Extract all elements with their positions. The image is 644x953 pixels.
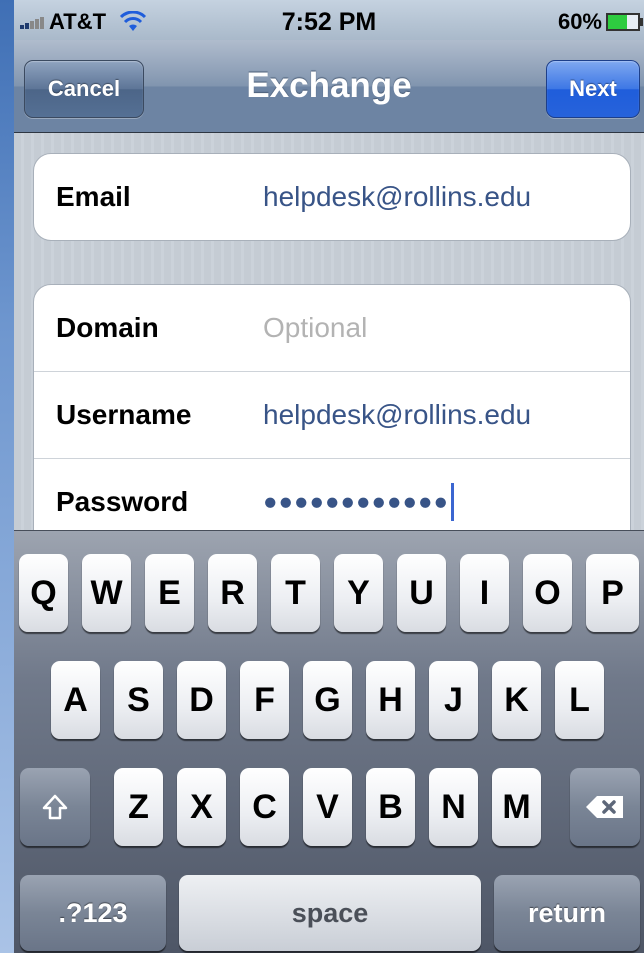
password-field[interactable]: ●●●●●●●●●●●● [263, 483, 454, 521]
email-group: Email helpdesk@rollins.edu [33, 153, 631, 241]
account-group: Domain Optional Username helpdesk@rollin… [33, 284, 631, 566]
key-o[interactable]: O [523, 554, 572, 632]
key-k[interactable]: K [492, 661, 541, 739]
form-area: Email helpdesk@rollins.edu Domain Option… [14, 133, 644, 566]
key-e[interactable]: E [145, 554, 194, 632]
key-h[interactable]: H [366, 661, 415, 739]
keyboard: Q W E R T Y U I O P A S D F G H J K L Z … [14, 530, 644, 953]
battery-group: 60% [557, 9, 643, 35]
key-z[interactable]: Z [114, 768, 163, 846]
text-caret [450, 483, 454, 521]
username-row[interactable]: Username helpdesk@rollins.edu [34, 371, 630, 458]
status-bar: AT&T 7:52 PM 60% [14, 0, 644, 40]
key-r[interactable]: R [208, 554, 257, 632]
battery-icon [606, 13, 643, 31]
username-label: Username [56, 399, 192, 430]
key-m[interactable]: M [492, 768, 541, 846]
key-l[interactable]: L [555, 661, 604, 739]
key-c[interactable]: C [240, 768, 289, 846]
key-g[interactable]: G [303, 661, 352, 739]
battery-percent: 60% [557, 9, 602, 34]
key-p[interactable]: P [586, 554, 639, 632]
email-row[interactable]: Email helpdesk@rollins.edu [34, 154, 630, 240]
key-b[interactable]: B [366, 768, 415, 846]
domain-field[interactable]: Optional [263, 312, 367, 344]
key-q[interactable]: Q [19, 554, 68, 632]
key-j[interactable]: J [429, 661, 478, 739]
key-v[interactable]: V [303, 768, 352, 846]
domain-label: Domain [56, 312, 159, 343]
key-d[interactable]: D [177, 661, 226, 739]
key-u[interactable]: U [397, 554, 446, 632]
key-x[interactable]: X [177, 768, 226, 846]
key-n[interactable]: N [429, 768, 478, 846]
key-i[interactable]: I [460, 554, 509, 632]
key-s[interactable]: S [114, 661, 163, 739]
key-y[interactable]: Y [334, 554, 383, 632]
numbers-key[interactable]: .?123 [20, 875, 166, 951]
status-time: 7:52 PM [281, 8, 377, 36]
shift-icon [42, 794, 68, 820]
phone-screen: AT&T 7:52 PM 60% Cancel Exchange Next Em… [14, 0, 644, 953]
domain-row[interactable]: Domain Optional [34, 285, 630, 371]
key-w[interactable]: W [82, 554, 131, 632]
key-t[interactable]: T [271, 554, 320, 632]
navigation-bar: Cancel Exchange Next [14, 40, 644, 133]
space-key[interactable]: space [179, 875, 481, 951]
email-field[interactable]: helpdesk@rollins.edu [263, 181, 531, 213]
email-label: Email [56, 181, 131, 212]
return-key[interactable]: return [494, 875, 640, 951]
delete-key[interactable] [570, 768, 640, 846]
backspace-icon [586, 796, 623, 818]
password-dots: ●●●●●●●●●●●● [263, 488, 449, 516]
next-button[interactable]: Next [546, 60, 640, 118]
key-a[interactable]: A [51, 661, 100, 739]
username-field[interactable]: helpdesk@rollins.edu [263, 399, 531, 431]
key-f[interactable]: F [240, 661, 289, 739]
shift-key[interactable] [20, 768, 90, 846]
password-label: Password [56, 486, 189, 517]
